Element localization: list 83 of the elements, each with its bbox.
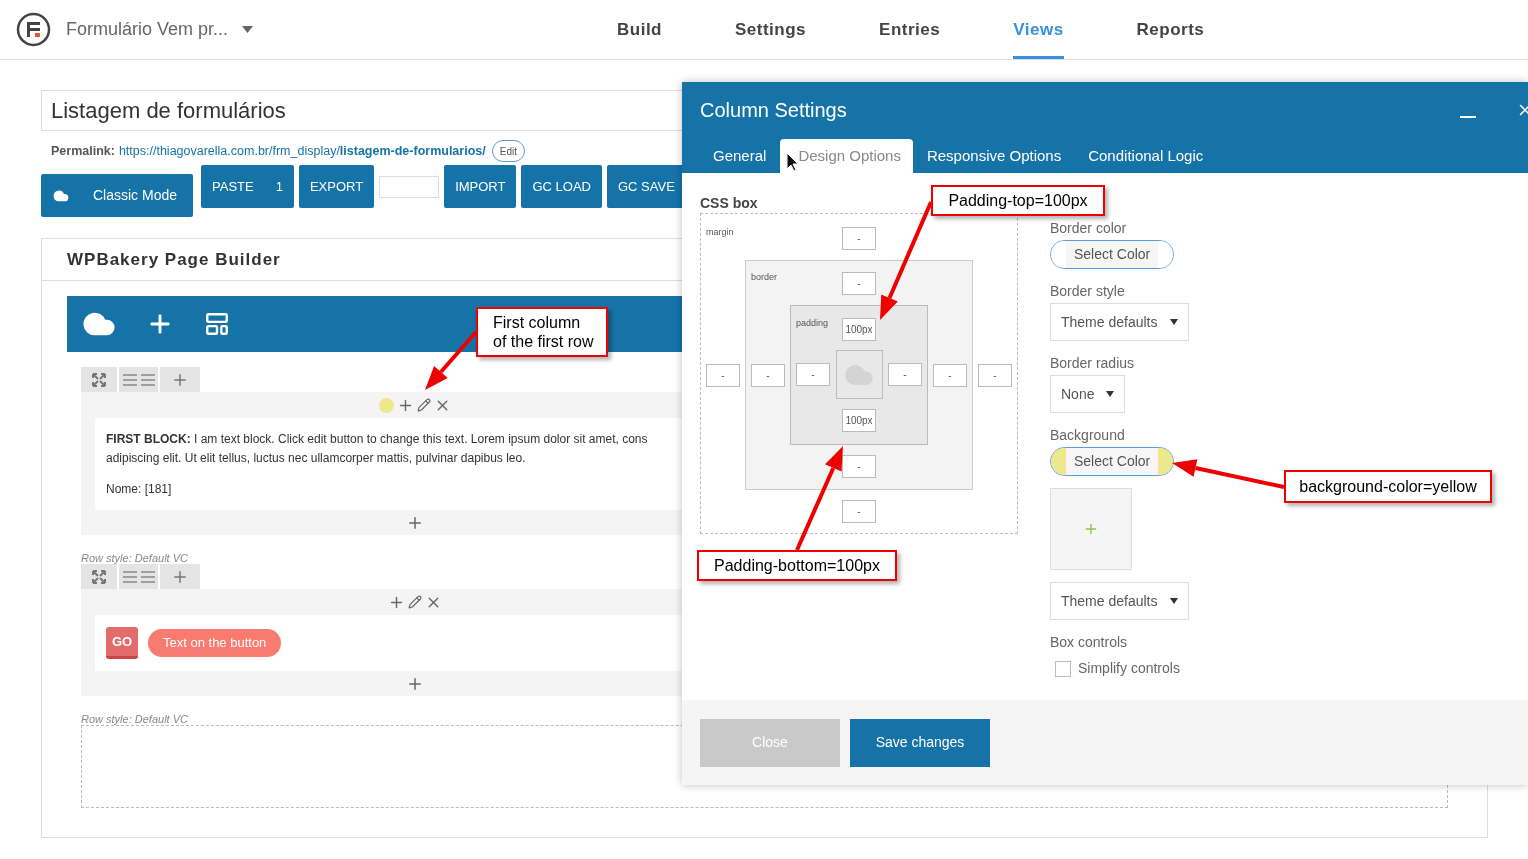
left-value-field[interactable]: - bbox=[796, 363, 830, 386]
callout: Padding-top=100px bbox=[931, 185, 1105, 216]
dialog-tab[interactable]: Design Options bbox=[780, 139, 913, 173]
top-value-field[interactable]: - bbox=[842, 272, 876, 295]
checkbox-option[interactable]: Simplify controls bbox=[1055, 658, 1180, 679]
nav-tab[interactable]: Reports bbox=[1136, 0, 1205, 59]
permalink-link[interactable]: https://thiagovarella.com.br/frm_display/listagem-de-formularios/ bbox=[118, 141, 486, 161]
text-line: FIRST BLOCK: I am text block. Click edit button to change this text. Lorem ipsum dolor sit amet, cons bbox=[106, 431, 649, 448]
nav-tab[interactable]: Build bbox=[617, 0, 662, 59]
pencil-icon bbox=[408, 595, 422, 609]
bottom-value-field[interactable]: - bbox=[842, 455, 876, 478]
save-button[interactable]: Save changes bbox=[850, 718, 990, 767]
shortcode-text: Nome: [181] bbox=[106, 481, 173, 498]
classic-mode-button[interactable]: Classic Mode bbox=[41, 174, 193, 217]
move-row-button[interactable] bbox=[81, 564, 117, 589]
form-title-dropdown[interactable]: Formulário Vem pr... bbox=[66, 16, 276, 43]
pencil-icon bbox=[417, 398, 431, 412]
columns-icon bbox=[122, 373, 155, 386]
edit-column-button[interactable] bbox=[417, 398, 431, 412]
toolbar-button[interactable]: EXPORT bbox=[298, 165, 375, 208]
plus-icon bbox=[1083, 521, 1099, 537]
arrow bbox=[425, 330, 478, 390]
box-label: margin bbox=[706, 227, 735, 239]
add-column-button[interactable] bbox=[160, 564, 200, 589]
caret-icon bbox=[1169, 319, 1178, 325]
permalink-label: Permalink: bbox=[51, 142, 115, 160]
minimize-icon bbox=[1460, 116, 1476, 118]
edit-column-button[interactable] bbox=[408, 595, 422, 609]
bottom-value-field[interactable]: - bbox=[842, 500, 876, 523]
row-style-label: Row style: Default VC bbox=[81, 713, 189, 725]
select-dropdown[interactable]: Theme defaults bbox=[1050, 582, 1189, 620]
row-layout-button[interactable] bbox=[119, 367, 158, 392]
dialog-tab[interactable]: Conditional Logic bbox=[1075, 139, 1217, 173]
color-swatch bbox=[1051, 241, 1066, 268]
toolbar-button[interactable]: PASTE 1 bbox=[201, 165, 294, 208]
field-label: Border radius bbox=[1050, 354, 1135, 373]
text-line: adipiscing elit. Ut elit tellus, luctus nec ullamcorper mattis, pulvinar dapibus leo. bbox=[106, 450, 527, 467]
columns-icon bbox=[122, 570, 155, 583]
top-value-field[interactable]: 100px bbox=[842, 318, 876, 341]
field-label: Border color bbox=[1050, 219, 1127, 238]
right-value-field[interactable]: - bbox=[933, 363, 967, 387]
select-dropdown[interactable]: Theme defaults bbox=[1050, 303, 1189, 341]
color-swatch bbox=[1158, 241, 1174, 268]
bottom-value-field[interactable]: 100px bbox=[842, 409, 876, 432]
nav-tab[interactable]: Entries bbox=[879, 0, 941, 59]
expand-icon bbox=[92, 569, 106, 584]
layout-icon[interactable] bbox=[204, 311, 230, 337]
toolbar-button[interactable]: IMPORT bbox=[444, 165, 517, 208]
callout: First column of the first row bbox=[476, 307, 608, 357]
logo-icon bbox=[16, 12, 51, 47]
dialog-tab[interactable]: General bbox=[700, 139, 780, 173]
add-column-button[interactable] bbox=[160, 367, 200, 392]
caret-icon bbox=[1106, 391, 1115, 397]
field-label: Border style bbox=[1050, 282, 1125, 301]
color-picker-button[interactable]: Select Color bbox=[1050, 240, 1175, 269]
left-value-field[interactable]: - bbox=[706, 363, 740, 387]
builder-title: WPBakery Page Builder bbox=[67, 248, 281, 271]
field-label: Background bbox=[1050, 426, 1125, 445]
right-value-field[interactable]: - bbox=[978, 363, 1012, 387]
toolbar-button[interactable]: GC LOAD bbox=[521, 165, 602, 208]
move-row-button[interactable] bbox=[81, 367, 117, 392]
callout: Padding-bottom=100px bbox=[697, 550, 897, 581]
box-label: padding bbox=[796, 318, 830, 330]
color-picker-button[interactable]: Select Color bbox=[1050, 447, 1175, 476]
nav-tab[interactable]: Settings bbox=[735, 0, 807, 59]
field-label: Box controls bbox=[1050, 633, 1128, 652]
callout: background-color=yellow bbox=[1284, 470, 1492, 503]
right-value-field[interactable]: - bbox=[888, 363, 922, 386]
select-dropdown[interactable]: None bbox=[1050, 375, 1126, 413]
caret-icon bbox=[1169, 598, 1178, 604]
mouse-cursor-icon bbox=[786, 152, 799, 172]
color-swatch bbox=[1158, 448, 1174, 475]
checkbox[interactable] bbox=[1055, 660, 1071, 677]
row-style-label: Row style: Default VC bbox=[81, 552, 189, 564]
caret-icon bbox=[242, 26, 254, 33]
top-value-field[interactable]: - bbox=[842, 227, 876, 250]
row-layout-button[interactable] bbox=[119, 564, 158, 589]
dialog-tab[interactable]: Responsive Options bbox=[913, 139, 1075, 173]
input-field[interactable] bbox=[379, 176, 440, 198]
left-value-field[interactable]: - bbox=[751, 363, 785, 387]
dialog-title: Column Settings bbox=[700, 98, 847, 123]
box-label: border bbox=[751, 272, 778, 284]
expand-icon bbox=[92, 372, 106, 387]
